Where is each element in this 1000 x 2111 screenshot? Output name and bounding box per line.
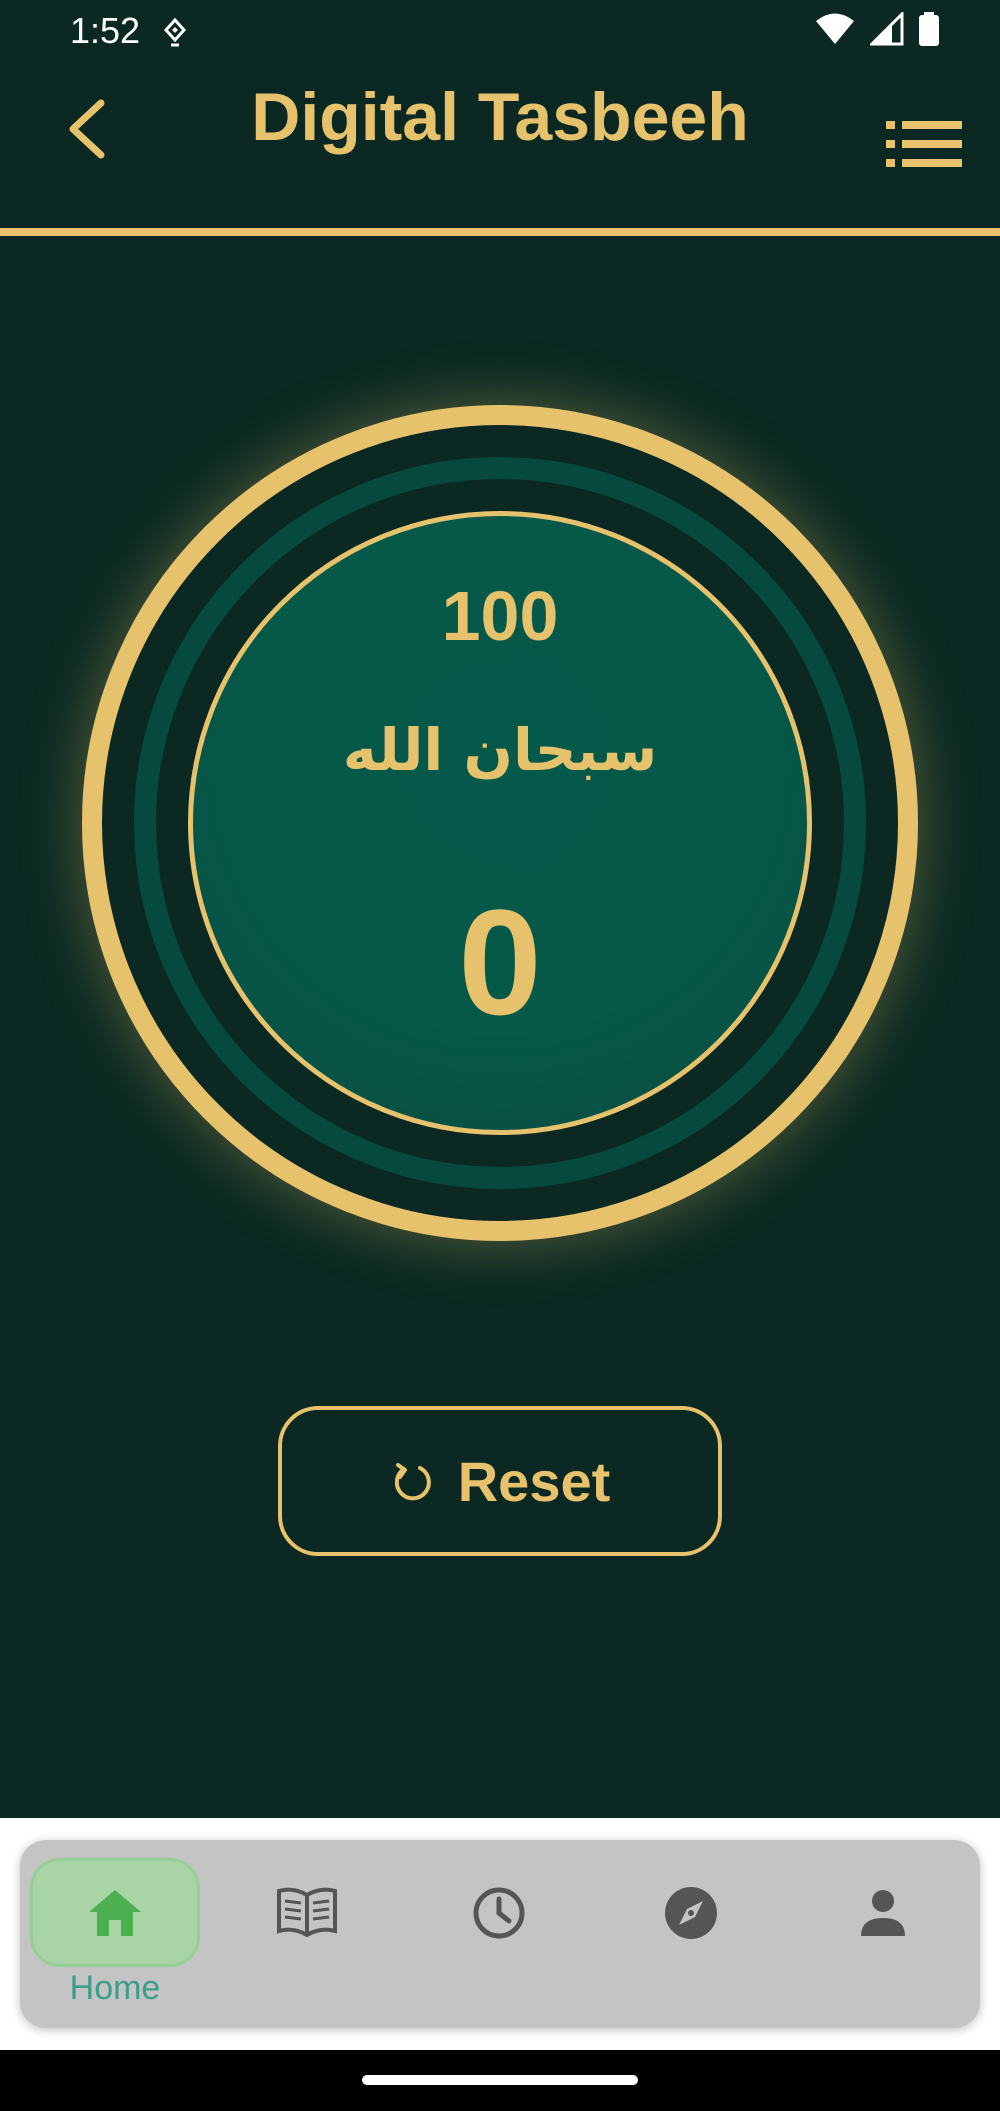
nav-item-qibla[interactable] xyxy=(606,1858,776,2008)
home-indicator[interactable] xyxy=(362,2075,638,2085)
current-count: 0 xyxy=(458,878,542,1046)
app-bar: Digital Tasbeeh xyxy=(0,64,1000,230)
tasbeeh-counter: 100 سبحان الله 0 xyxy=(82,405,918,1241)
bottom-navigation: Home xyxy=(20,1840,980,2028)
nav-item-quran[interactable] xyxy=(222,1858,392,2008)
header-divider xyxy=(0,228,1000,236)
list-icon xyxy=(886,121,962,167)
battery-icon xyxy=(918,12,940,51)
reset-label: Reset xyxy=(457,1449,611,1513)
status-time: 1:52 xyxy=(70,10,141,51)
target-count: 100 xyxy=(441,577,559,655)
signal-icon xyxy=(868,10,904,51)
clock-icon xyxy=(473,1887,525,1939)
home-icon xyxy=(89,1889,141,1936)
list-menu-button[interactable] xyxy=(884,114,964,174)
person-icon xyxy=(861,1890,905,1936)
count-tap-button[interactable]: 100 سبحان الله 0 xyxy=(188,511,812,1135)
compass-icon xyxy=(665,1887,717,1939)
open-book-icon xyxy=(277,1887,337,1938)
status-bar: 1:52 xyxy=(0,0,1000,64)
wifi-icon xyxy=(814,12,856,51)
dhikr-text: سبحان الله xyxy=(342,716,658,784)
page-title: Digital Tasbeeh xyxy=(251,79,749,155)
reset-button[interactable]: Reset xyxy=(278,1406,722,1556)
refresh-icon xyxy=(394,1463,431,1501)
nav-label-home: Home xyxy=(69,1969,161,2007)
nav-item-prayer-times[interactable] xyxy=(414,1858,584,2008)
nav-item-profile[interactable] xyxy=(798,1858,968,2008)
notification-icon xyxy=(160,16,190,50)
nav-item-home[interactable]: Home xyxy=(30,1858,200,2008)
